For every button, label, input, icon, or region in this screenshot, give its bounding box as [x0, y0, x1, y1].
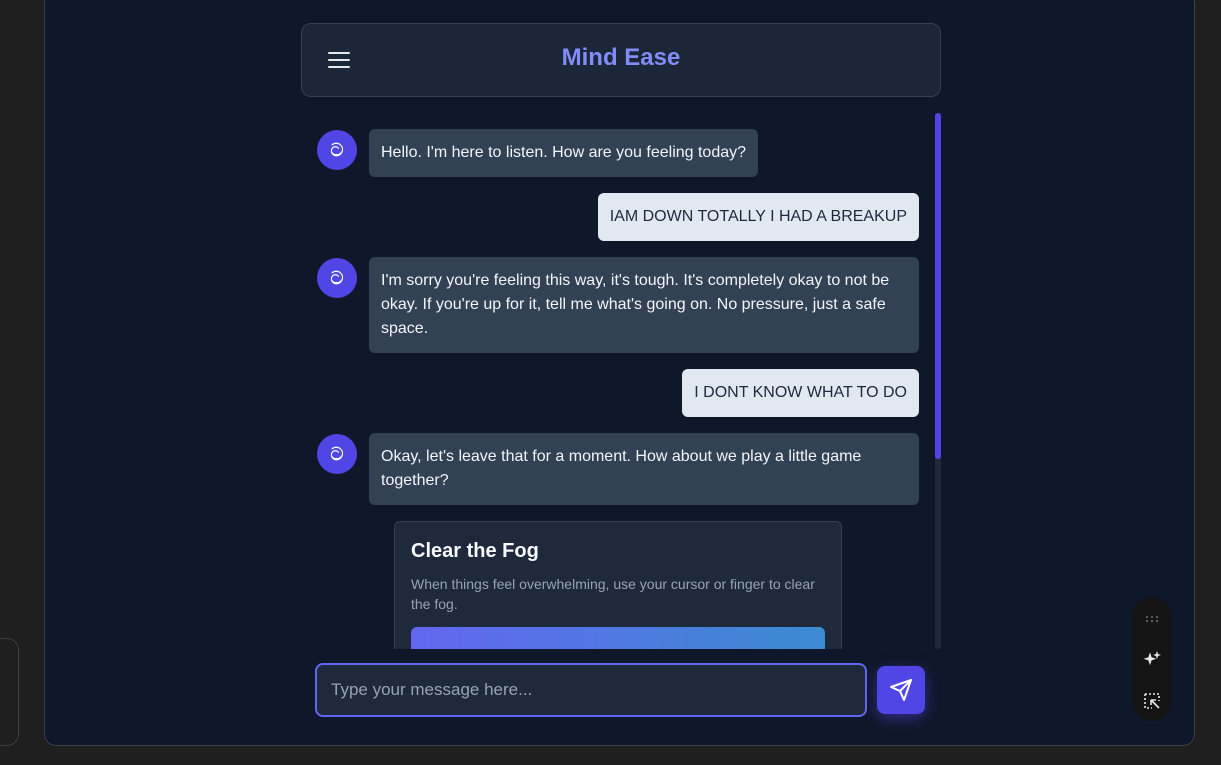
sparkle-icon[interactable]: [1140, 648, 1164, 672]
select-area-icon[interactable]: [1140, 689, 1164, 713]
app-title: Mind Ease: [561, 44, 681, 71]
message-input[interactable]: [315, 663, 867, 717]
fog-canvas[interactable]: [411, 627, 825, 649]
chat-scrollbar-track[interactable]: [935, 113, 941, 649]
bot-avatar: ට: [317, 434, 357, 474]
app-header: Mind Ease: [301, 23, 941, 97]
bot-message: I'm sorry you're feeling this way, it's …: [369, 257, 919, 353]
send-icon: [890, 679, 912, 701]
user-message: I DONT KNOW WHAT TO DO: [682, 369, 919, 417]
send-button[interactable]: [877, 666, 925, 714]
side-panel-edge: [0, 638, 19, 746]
bot-message: Hello. I'm here to listen. How are you f…: [369, 129, 759, 177]
drag-handle-icon[interactable]: [1140, 607, 1164, 631]
bot-message: Okay, let's leave that for a moment. How…: [369, 433, 919, 505]
bot-avatar: ට: [317, 130, 357, 170]
floating-tool-dock: [1132, 597, 1172, 721]
chat-log[interactable]: ට Hello. I'm here to listen. How are you…: [301, 113, 941, 649]
bot-avatar: ට: [317, 258, 357, 298]
chat-scrollbar-thumb[interactable]: [935, 113, 941, 459]
clear-the-fog-game: Clear the Fog When things feel overwhelm…: [394, 521, 842, 649]
user-message: IAM DOWN TOTALLY I HAD A BREAKUP: [597, 193, 919, 241]
game-description: When things feel overwhelming, use your …: [411, 576, 815, 612]
game-title: Clear the Fog: [411, 540, 539, 562]
